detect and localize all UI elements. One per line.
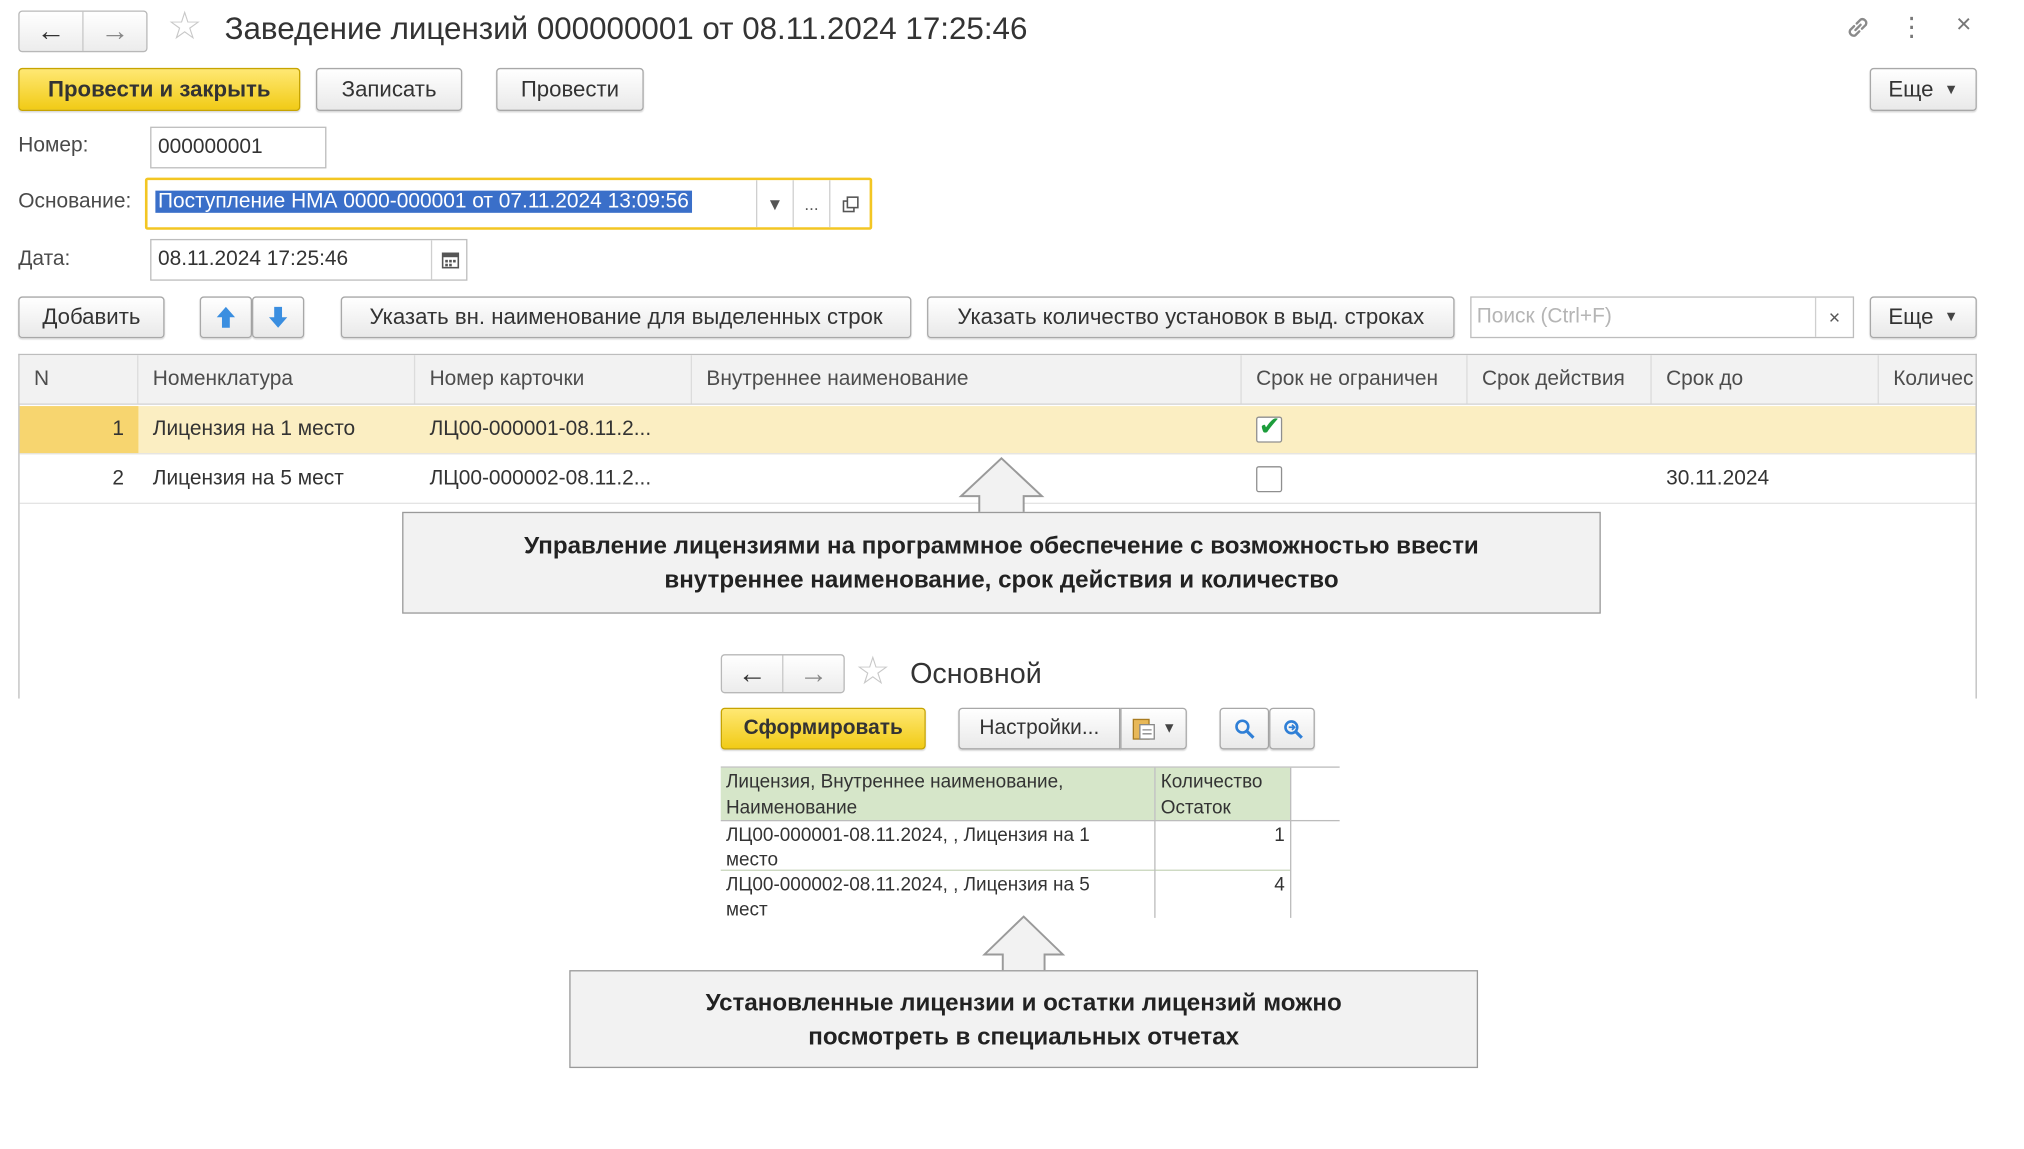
history-nav: ← → [18,10,148,53]
row-card[interactable]: ЛЦ00-000001-08.11.2... [415,406,692,453]
more-menu-button[interactable]: Еще ▼ [1869,67,1977,111]
clear-search-icon[interactable]: × [1814,297,1853,337]
table-header: N Номенклатура Номер карточки Внутреннее… [19,355,1976,405]
move-up-icon[interactable] [199,296,253,339]
report-row-license[interactable]: ЛЦ00-000002-08.11.2024, , Лицензия на 5 … [721,871,1154,920]
reports-callout: Установленные лицензии и остатки лицензи… [569,970,1479,1069]
chevron-down-icon[interactable]: ▼ [756,180,793,228]
set-internal-name-button[interactable]: Указать вн. наименование для выделенных … [340,296,912,339]
header-line: Наименование [725,797,858,819]
callout-arrow-up-icon [958,456,1045,515]
column-header-n[interactable]: N [20,355,139,404]
post-button[interactable]: Провести [496,67,644,111]
report-header-license: Лицензия, Внутреннее наименование, Наиме… [720,767,1155,820]
menu-icon[interactable]: ⋮ [1896,10,1927,43]
basis-value: Поступление НМА 0000-000001 от 07.11.202… [155,190,692,215]
column-header-term[interactable]: Срок действия [1468,355,1652,404]
report-cell-line: мест [725,899,768,921]
number-field[interactable]: 000000001 [150,126,327,169]
row-number: 2 [112,467,125,490]
row-item[interactable]: Лицензия на 5 мест [138,456,415,503]
close-icon[interactable]: × [1948,10,1979,40]
date-value: 08.11.2024 17:25:46 [157,248,349,271]
row-until[interactable] [1652,406,1879,453]
number-label: Номер: [18,134,89,157]
generate-report-button[interactable]: Сформировать [720,707,926,750]
report-header-quantity: Количество Остаток [1155,767,1291,820]
unlimited-checkbox[interactable] [1256,466,1283,493]
license-management-callout: Управление лицензиями на программное обе… [402,511,1601,614]
callout-line: внутреннее наименование, срок действия и… [664,565,1339,593]
table-more-label: Еще [1888,304,1934,330]
calendar-icon[interactable] [430,240,466,280]
report-row-license[interactable]: ЛЦ00-000001-08.11.2024, , Лицензия на 1 … [721,821,1154,870]
select-more-button[interactable]: ... [792,180,830,228]
search-input[interactable]: Поиск (Ctrl+F) × [1470,296,1855,339]
callout-line: Управление лицензиями на программное обе… [524,531,1479,559]
report-row-quantity[interactable]: 4 [1156,871,1290,918]
row-unlimited-cell [1242,456,1468,503]
chevron-down-icon: ▼ [1943,309,1959,326]
column-header-until[interactable]: Срок до [1652,355,1879,404]
callout-line: посмотреть в специальных отчетах [808,1021,1240,1050]
header-line: Количество [1160,771,1263,793]
row-card[interactable]: ЛЦ00-000002-08.11.2... [415,456,692,503]
more-label: Еще [1888,76,1934,102]
date-label: Дата: [18,248,71,271]
row-unlimited-cell [1242,406,1468,453]
column-header-quantity[interactable]: Количес [1879,355,1976,403]
save-button[interactable]: Записать [315,67,463,111]
report-row-quantity[interactable]: 1 [1156,821,1290,869]
row-number: 1 [19,406,139,454]
find-icon[interactable] [1219,707,1270,750]
back-icon[interactable]: ← [722,655,782,692]
report-settings-button[interactable]: Настройки... [958,707,1121,750]
post-and-close-button[interactable]: Провести и закрыть [18,67,301,111]
report-cell-line: ЛЦ00-000001-08.11.2024, , Лицензия на 1 [725,825,1090,847]
callout-line: Установленные лицензии и остатки лицензи… [705,987,1342,1016]
row-item[interactable]: Лицензия на 1 место [138,406,415,453]
column-header-internal-name[interactable]: Внутреннее наименование [692,355,1242,404]
header-line: Лицензия, Внутреннее наименование, [725,771,1064,793]
row-term[interactable] [1468,406,1652,453]
back-icon[interactable]: ← [20,12,83,51]
column-header-item[interactable]: Номенклатура [138,355,416,404]
header-line: Остаток [1160,797,1231,819]
window-title: Заведение лицензий 000000001 от 08.11.20… [224,11,1028,48]
link-icon[interactable] [1841,13,1875,50]
row-until[interactable]: 30.11.2024 [1652,456,1879,503]
find-next-icon[interactable] [1269,707,1315,750]
table-row[interactable]: 1 Лицензия на 1 место ЛЦ00-000001-08.11.… [19,406,1976,455]
callout-arrow-up-icon [982,915,1066,973]
add-row-button[interactable]: Добавить [18,296,165,339]
favorite-star-icon[interactable]: ☆ [167,7,202,47]
set-install-count-button[interactable]: Указать количество установок в выд. стро… [927,296,1455,339]
report-variants-button[interactable]: ▼ [1120,707,1187,750]
report-history-nav: ← → [720,654,845,694]
move-down-icon[interactable] [252,296,305,339]
basis-field[interactable]: Поступление НМА 0000-000001 от 07.11.202… [144,177,873,230]
chevron-down-icon: ▼ [1162,720,1177,737]
open-icon[interactable] [829,180,869,228]
search-placeholder: Поиск (Ctrl+F) [1476,305,1612,328]
date-field[interactable]: 08.11.2024 17:25:46 [150,238,468,281]
forward-icon[interactable]: → [82,11,146,51]
column-header-unlimited[interactable]: Срок не ограничен [1242,355,1468,404]
basis-label: Основание: [18,190,132,213]
column-header-card[interactable]: Номер карточки [415,355,693,404]
report-table: Лицензия, Внутреннее наименование, Наиме… [720,766,1340,920]
report-title: Основной [910,656,1042,690]
clipboard-icon [1132,718,1155,740]
report-cell-line: ЛЦ00-000002-08.11.2024, , Лицензия на 5 [725,874,1090,896]
forward-icon[interactable]: → [782,655,843,693]
unlimited-checkbox[interactable] [1256,410,1283,443]
divider [1154,767,1156,918]
table-more-menu-button[interactable]: Еще ▼ [1869,296,1977,339]
favorite-star-icon[interactable]: ☆ [855,652,890,692]
divider [1290,767,1292,918]
row-internal-name[interactable] [692,406,1242,453]
chevron-down-icon: ▼ [1943,81,1959,98]
row-term[interactable] [1468,456,1652,503]
